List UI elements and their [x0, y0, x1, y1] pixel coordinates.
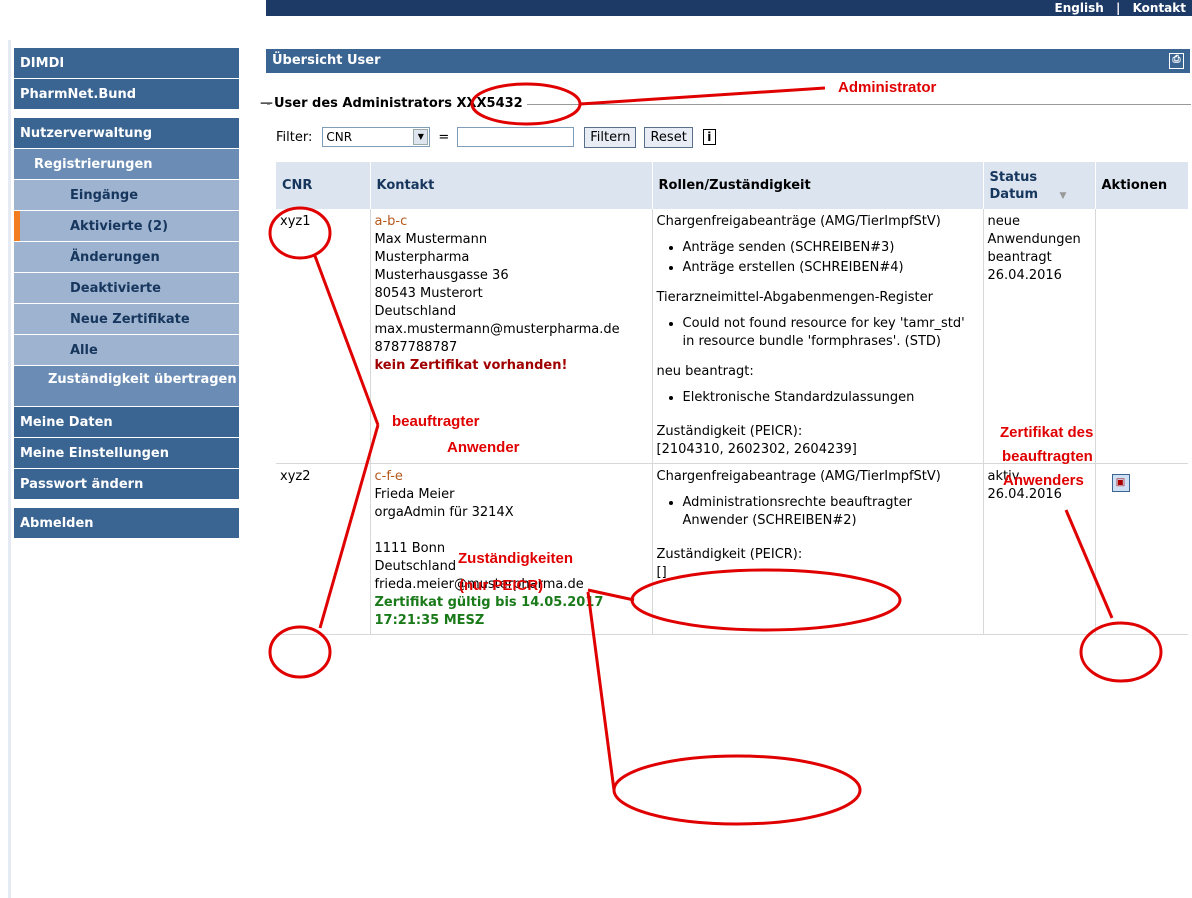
annotation-circle [612, 754, 862, 826]
filter-row: Filter: CNR ▼ = Filtern Reset i [276, 126, 716, 148]
col-header-kontakt[interactable]: Kontakt [370, 162, 653, 209]
cell-status: aktiv 26.04.2016 [983, 463, 1096, 635]
filter-button[interactable]: Filtern [584, 126, 637, 148]
sort-arrow-icon[interactable]: ▼ [1060, 191, 1067, 201]
sidebar-item-abmelden[interactable]: Abmelden [14, 508, 239, 539]
sidebar-item-deaktivierte[interactable]: Deaktivierte [14, 273, 239, 304]
zustaendigkeit-value: [2104310, 2602302, 2604239] [656, 442, 857, 457]
sidebar-item-meine-daten[interactable]: Meine Daten [14, 407, 239, 438]
equals-sign: = [438, 129, 450, 145]
filter-select[interactable]: CNR ▼ [322, 127, 431, 147]
top-bar: English | Kontakt [266, 0, 1192, 16]
kontakt-line [375, 522, 648, 540]
rollen-heading: Chargenfreigabeantrage (AMG/TierImpfStV) [656, 469, 941, 484]
page-edge [8, 40, 11, 898]
sidebar-item-pharmnet[interactable]: PharmNet.Bund [14, 79, 239, 110]
cell-aktionen: ▣ [1095, 463, 1188, 635]
sidebar-item-aktivierte[interactable]: Aktivierte (2) [14, 211, 239, 242]
cell-kontakt: c-f-e Frieda Meier orgaAdmin für 3214X 1… [370, 463, 653, 635]
kontakt-line: Musterhausgasse 36 [374, 268, 509, 283]
annotation-beauftragten: beauftragten [1002, 448, 1093, 465]
sidebar-item-aenderungen[interactable]: Änderungen [14, 242, 239, 273]
certificate-status: kein Zertifikat vorhanden! [374, 358, 568, 373]
kontakt-line: 80543 Musterort [374, 286, 483, 301]
col-header-status[interactable]: Status Datum ▼ [983, 162, 1096, 209]
status-date: 26.04.2016 [987, 268, 1062, 283]
sidebar-item-passwort[interactable]: Passwort ändern [14, 469, 239, 500]
rollen-heading: neu beantragt: [656, 364, 754, 379]
rollen-item: Elektronische Standardzulassungen [683, 389, 979, 407]
rollen-heading: Chargenfreigabeanträge (AMG/TierImpfStV) [656, 214, 941, 229]
status-text: neue Anwendungen beantragt [987, 214, 1081, 265]
sidebar-item-nutzerverwaltung[interactable]: Nutzerverwaltung [14, 118, 239, 149]
sidebar-item-eingaenge[interactable]: Eingänge [14, 180, 239, 211]
cell-aktionen [1095, 209, 1188, 464]
kontakt-line: Deutschland [374, 304, 457, 319]
zustaendigkeit-label: Zuständigkeit (PEICR): [656, 547, 803, 562]
rollen-item: Could not found resource for key 'tamr_s… [683, 315, 979, 351]
filter-input[interactable] [457, 127, 575, 147]
fieldset-legend: User des Administrators XXX5432 [260, 96, 527, 111]
cell-rollen: Chargenfreigabeantrage (AMG/TierImpfStV)… [652, 463, 984, 635]
zustaendigkeit-label: Zuständigkeit (PEICR): [656, 424, 803, 439]
cell-rollen: Chargenfreigabeanträge (AMG/TierImpfStV)… [652, 209, 984, 464]
cell-cnr: xyz2 [276, 463, 371, 635]
sidebar-item-zustaendigkeit[interactable]: Zuständigkeit übertragen [14, 366, 239, 407]
col-header-rollen: Rollen/Zuständigkeit [652, 162, 984, 209]
kontakt-line: orgaAdmin für 3214X [374, 505, 514, 520]
panel-title: Übersicht User [272, 53, 381, 68]
filter-select-value: CNR [326, 130, 353, 144]
kontakt-link[interactable]: Kontakt [1133, 1, 1186, 15]
col-header-status-label: Status Datum [989, 169, 1039, 202]
annotation-beauftragter: beauftragter [392, 413, 480, 430]
sidebar: DIMDI PharmNet.Bund Nutzerverwaltung Reg… [14, 48, 239, 539]
rollen-item: Anträge senden (SCHREIBEN#3) [683, 239, 979, 257]
kontakt-line: Musterpharma [374, 250, 470, 265]
col-header-aktionen: Aktionen [1095, 162, 1189, 209]
top-links: English | Kontakt [1047, 1, 1186, 15]
kontakt-id-link[interactable]: a-b-c [375, 213, 648, 231]
english-link[interactable]: English [1055, 1, 1104, 15]
table-row: xyz2 c-f-e Frieda Meier orgaAdmin für 32… [276, 463, 1188, 635]
sidebar-item-alle[interactable]: Alle [14, 335, 239, 366]
users-table: CNR Kontakt Rollen/Zuständigkeit Status … [276, 162, 1189, 635]
kontakt-line: Max Mustermann [374, 232, 488, 247]
annotation-line [579, 86, 826, 106]
link-separator: | [1115, 1, 1121, 15]
sidebar-item-dimdi[interactable]: DIMDI [14, 48, 239, 79]
annotation-administrator: Administrator [838, 79, 937, 96]
chevron-down-icon[interactable]: ▼ [413, 129, 429, 145]
kontakt-line: 8787788787 [374, 340, 458, 355]
kontakt-id-link[interactable]: c-f-e [375, 468, 648, 486]
sidebar-item-neue-zertifikate[interactable]: Neue Zertifikate [14, 304, 239, 335]
reset-button[interactable]: Reset [644, 126, 693, 148]
zustaendigkeit-value: [] [656, 565, 667, 580]
annotation-nur-peicr: (nur PEICR) [459, 577, 544, 594]
kontakt-line: max.mustermann@musterpharma.de [374, 322, 620, 337]
table-header-row: CNR Kontakt Rollen/Zuständigkeit Status … [276, 162, 1189, 209]
sidebar-item-registrierungen[interactable]: Registrierungen [14, 149, 239, 180]
annotation-anwender: Anwender [447, 439, 520, 456]
panel-header: Übersicht User ⎙ [266, 49, 1190, 73]
rollen-heading: Tierarzneimittel-Abgabenmengen-Register [656, 290, 933, 305]
print-icon[interactable]: ⎙ [1169, 53, 1184, 69]
annotation-zertifikat-des: Zertifikat des [1000, 424, 1094, 441]
annotation-zustaendigkeiten: Zuständigkeiten [458, 550, 574, 567]
certificate-status: Zertifikat gültig bis 14.05.2017 17:21:3… [374, 595, 604, 628]
kontakt-line: Frieda Meier [374, 487, 455, 502]
col-header-cnr[interactable]: CNR [276, 162, 371, 209]
sidebar-item-meine-einstellungen[interactable]: Meine Einstellungen [14, 438, 239, 469]
rollen-item: Administrationsrechte beauftragter Anwen… [683, 494, 979, 530]
cell-cnr: xyz1 [276, 209, 371, 464]
rollen-item: Anträge erstellen (SCHREIBEN#4) [683, 259, 979, 277]
filter-label: Filter: [276, 129, 313, 145]
certificate-icon[interactable]: ▣ [1111, 474, 1130, 492]
info-icon[interactable]: i [702, 129, 716, 145]
annotation-anwenders: Anwenders [1003, 472, 1084, 489]
